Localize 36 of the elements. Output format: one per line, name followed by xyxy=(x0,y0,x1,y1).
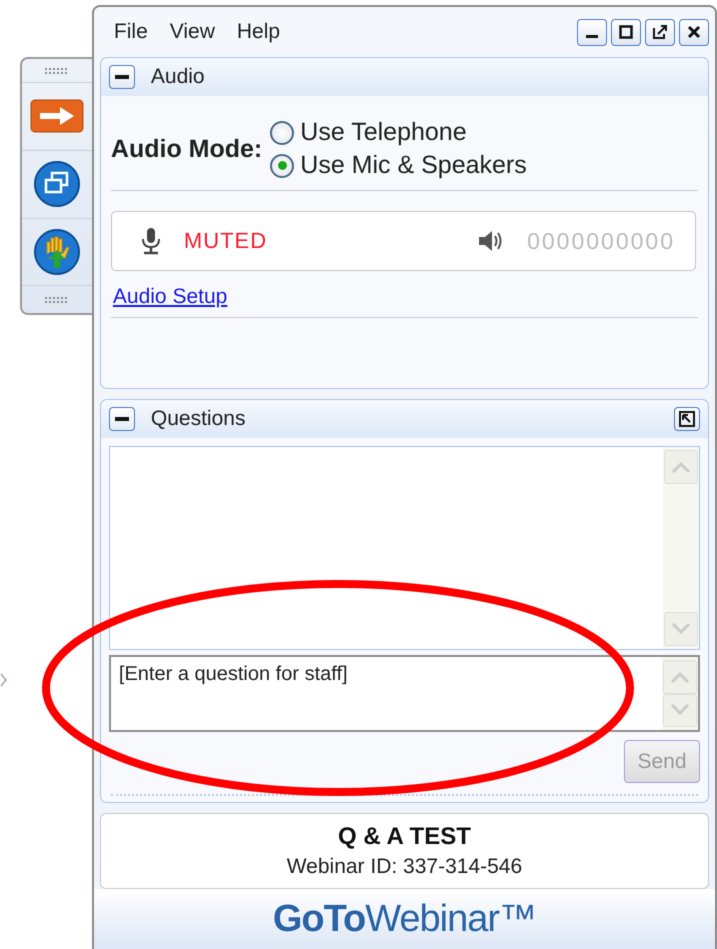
raise-hand-icon[interactable] xyxy=(32,228,81,276)
menu-item[interactable]: File xyxy=(114,20,148,44)
minus-icon xyxy=(114,75,129,79)
caret-up-icon xyxy=(671,461,691,473)
microphone-icon xyxy=(140,227,162,255)
minimize-button[interactable] xyxy=(577,18,607,46)
audio-setup-link[interactable]: Audio Setup xyxy=(112,285,228,309)
menu-item[interactable]: View xyxy=(170,20,215,44)
panel-title: Questions xyxy=(150,407,246,431)
maximize-icon xyxy=(619,25,633,39)
grip-icon[interactable] xyxy=(44,67,70,74)
close-icon xyxy=(687,25,701,39)
collapse-button[interactable] xyxy=(108,65,135,89)
audio-mode-label: Audio Mode: xyxy=(110,134,262,164)
chevron-icon xyxy=(0,673,8,687)
minimize-icon xyxy=(586,35,598,38)
webinar-title: Q & A TEST xyxy=(338,823,471,851)
collapse-button[interactable] xyxy=(108,407,135,431)
expand-button[interactable] xyxy=(674,407,700,431)
pop-out-button[interactable] xyxy=(645,18,675,46)
mute-status: MUTED xyxy=(184,228,268,254)
caret-down-icon xyxy=(671,623,691,635)
brand-logo: GoToWebinar™ xyxy=(272,898,536,940)
grip-icon[interactable] xyxy=(44,296,70,304)
menu-item[interactable]: Help xyxy=(236,20,280,44)
close-button[interactable] xyxy=(679,18,709,46)
pop-out-icon xyxy=(679,411,695,427)
panel-title: Audio xyxy=(150,65,205,89)
maximize-button[interactable] xyxy=(611,18,641,46)
volume-reading: 0000000000 xyxy=(527,228,675,254)
radio-option[interactable]: Use Telephone xyxy=(270,118,527,147)
windows-icon[interactable] xyxy=(32,160,81,208)
pop-out-icon xyxy=(652,24,668,40)
minus-icon xyxy=(114,417,129,421)
radio-option[interactable]: Use Mic & Speakers xyxy=(270,151,527,180)
webinar-id: Webinar ID: 337-314-546 xyxy=(286,855,522,879)
